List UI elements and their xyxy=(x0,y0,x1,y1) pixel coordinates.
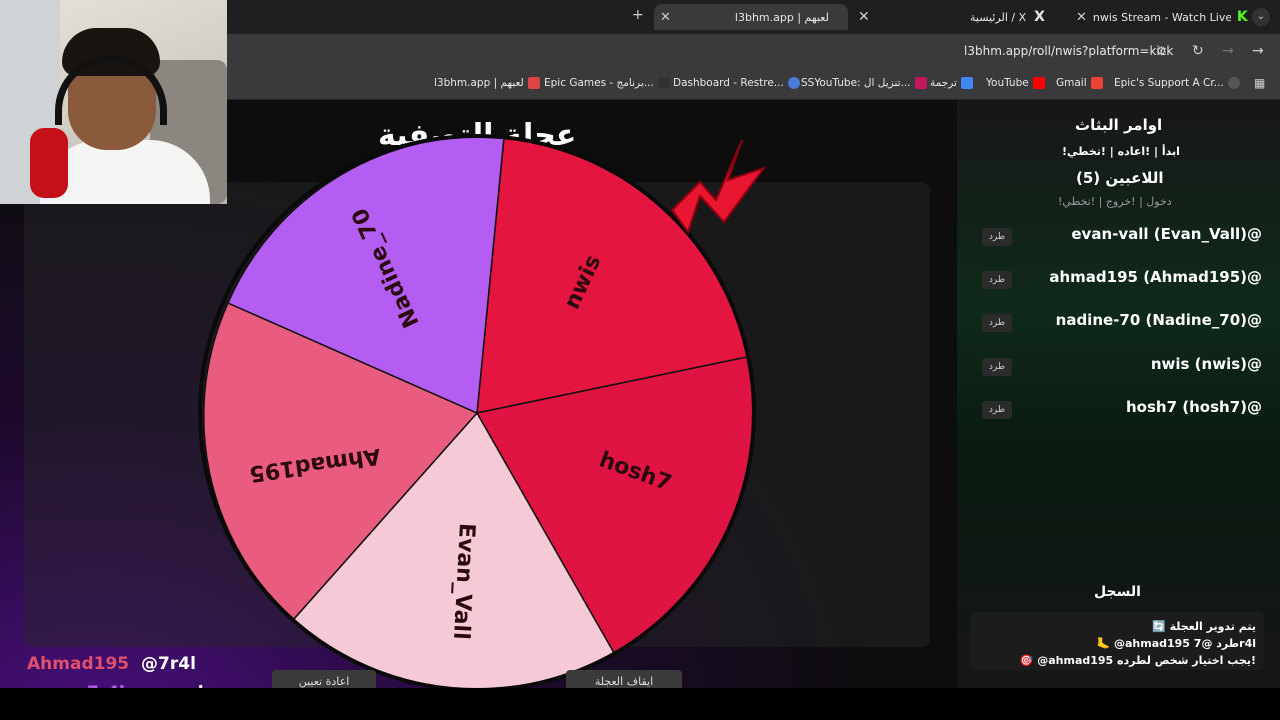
player-row: طرد nwis (nwis)@ xyxy=(982,355,1262,377)
players-heading: اللاعبين (5) xyxy=(1076,169,1164,187)
player-row: طرد ahmad195 (Ahmad195)@ xyxy=(982,268,1262,290)
webcam-overlay xyxy=(0,0,227,204)
bookmark-gmail[interactable]: Gmail xyxy=(1056,77,1103,89)
bottom-bar xyxy=(0,688,1280,720)
player-row: طرد hosh7 (hosh7)@ xyxy=(982,398,1262,420)
tab-kick[interactable]: ✕ nwis Stream - Watch Live on Kick K xyxy=(1070,4,1248,30)
reload-icon[interactable]: ↻ xyxy=(1192,43,1204,59)
chat-message: Ahmad195 @7r4l xyxy=(27,654,196,674)
wheel-panel xyxy=(24,182,930,647)
close-icon[interactable]: ✕ xyxy=(660,10,671,25)
bookmark-restream[interactable]: Dashboard - Restre... xyxy=(673,77,800,89)
kick-logo-icon: K xyxy=(1236,9,1248,25)
address-bar[interactable]: l3bhm.app/roll/nwis?platform=kick xyxy=(964,44,1173,58)
bookmark-epic[interactable]: Epic Games - برنامج... xyxy=(544,77,670,89)
kick-button[interactable]: طرد xyxy=(982,358,1012,376)
player-row: طرد nadine-70 (Nadine_70)@ xyxy=(982,311,1262,333)
spin-button[interactable]: ايقاف العجلة xyxy=(566,670,682,688)
kick-button[interactable]: طرد xyxy=(982,314,1012,332)
reset-button[interactable]: اعادة تعيين xyxy=(272,670,376,688)
kick-button[interactable]: طرد xyxy=(982,401,1012,419)
close-icon[interactable]: ✕ xyxy=(1076,10,1087,25)
bookmark-epic-support[interactable]: Epic's Support A Cr... xyxy=(1114,77,1240,89)
tab-l3bhm[interactable]: ✕ l3bhm.app | لعبهم xyxy=(654,4,848,30)
player-commands-hint: !دخول | !خروج | !تخطي xyxy=(1058,195,1172,208)
wheel-title: عجلة التصفية xyxy=(378,118,577,153)
player-name: nwis (nwis)@ xyxy=(1150,355,1262,373)
ssyoutube-icon xyxy=(914,77,927,89)
epic-games-icon xyxy=(657,77,670,89)
player-name: hosh7 (hosh7)@ xyxy=(1126,398,1262,416)
player-row: طرد evan-vall (Evan_Vall)@ xyxy=(982,225,1262,247)
player-name: evan-vall (Evan_Vall)@ xyxy=(1071,225,1262,243)
bookmark-ssyoutube[interactable]: SSYouTube: تنزيل ال... xyxy=(801,77,927,89)
chat-text: @7r4l xyxy=(141,654,196,674)
restream-icon xyxy=(787,77,800,89)
streamer-commands: !ابدأ | !اعاده | !تخطي xyxy=(1062,145,1180,158)
tab-search-icon[interactable]: ⌄ xyxy=(1252,8,1270,26)
epic-support-icon xyxy=(1227,77,1240,89)
bookmark-l3bhm[interactable]: l3bhm.app | لعبهم xyxy=(434,77,540,89)
chat-username: Ahmad195 xyxy=(27,654,130,674)
microphone-icon xyxy=(30,128,68,198)
x-logo-icon: X xyxy=(1034,9,1045,25)
log-entry: 🦶 @ahmad195 طرد @7r4l xyxy=(1096,637,1256,650)
kick-button[interactable]: طرد xyxy=(982,271,1012,289)
tab-x[interactable]: الرئيسية / X X xyxy=(960,4,1045,30)
back-icon[interactable]: → xyxy=(1252,43,1264,59)
log-title: السجل xyxy=(1094,584,1141,600)
kick-button[interactable]: طرد xyxy=(982,228,1012,246)
site-settings-icon[interactable]: ⚙ xyxy=(1156,44,1167,58)
forward-icon[interactable]: → xyxy=(1222,43,1234,59)
bookmark-icon xyxy=(527,77,540,89)
translate-icon xyxy=(960,77,973,89)
player-name: ahmad195 (Ahmad195)@ xyxy=(1049,268,1262,286)
apps-grid-icon[interactable]: ▦ xyxy=(1254,76,1265,90)
gmail-icon xyxy=(1090,77,1103,89)
bookmark-translate[interactable]: ترجمة xyxy=(930,77,973,89)
log-entry: 🎯 @ahmad195 يجب اختيار شخص لطرده! xyxy=(1019,654,1256,667)
player-name: nadine-70 (Nadine_70)@ xyxy=(1055,311,1262,329)
close-icon[interactable]: ✕ xyxy=(858,9,870,25)
sidebar-title: اوامر البثاث xyxy=(1075,116,1163,134)
youtube-icon xyxy=(1032,77,1045,89)
new-tab-button[interactable]: + xyxy=(632,7,644,23)
log-entry: 🔄 يتم تدوير العجلة xyxy=(1152,620,1256,633)
bookmark-youtube[interactable]: YouTube xyxy=(986,77,1045,89)
